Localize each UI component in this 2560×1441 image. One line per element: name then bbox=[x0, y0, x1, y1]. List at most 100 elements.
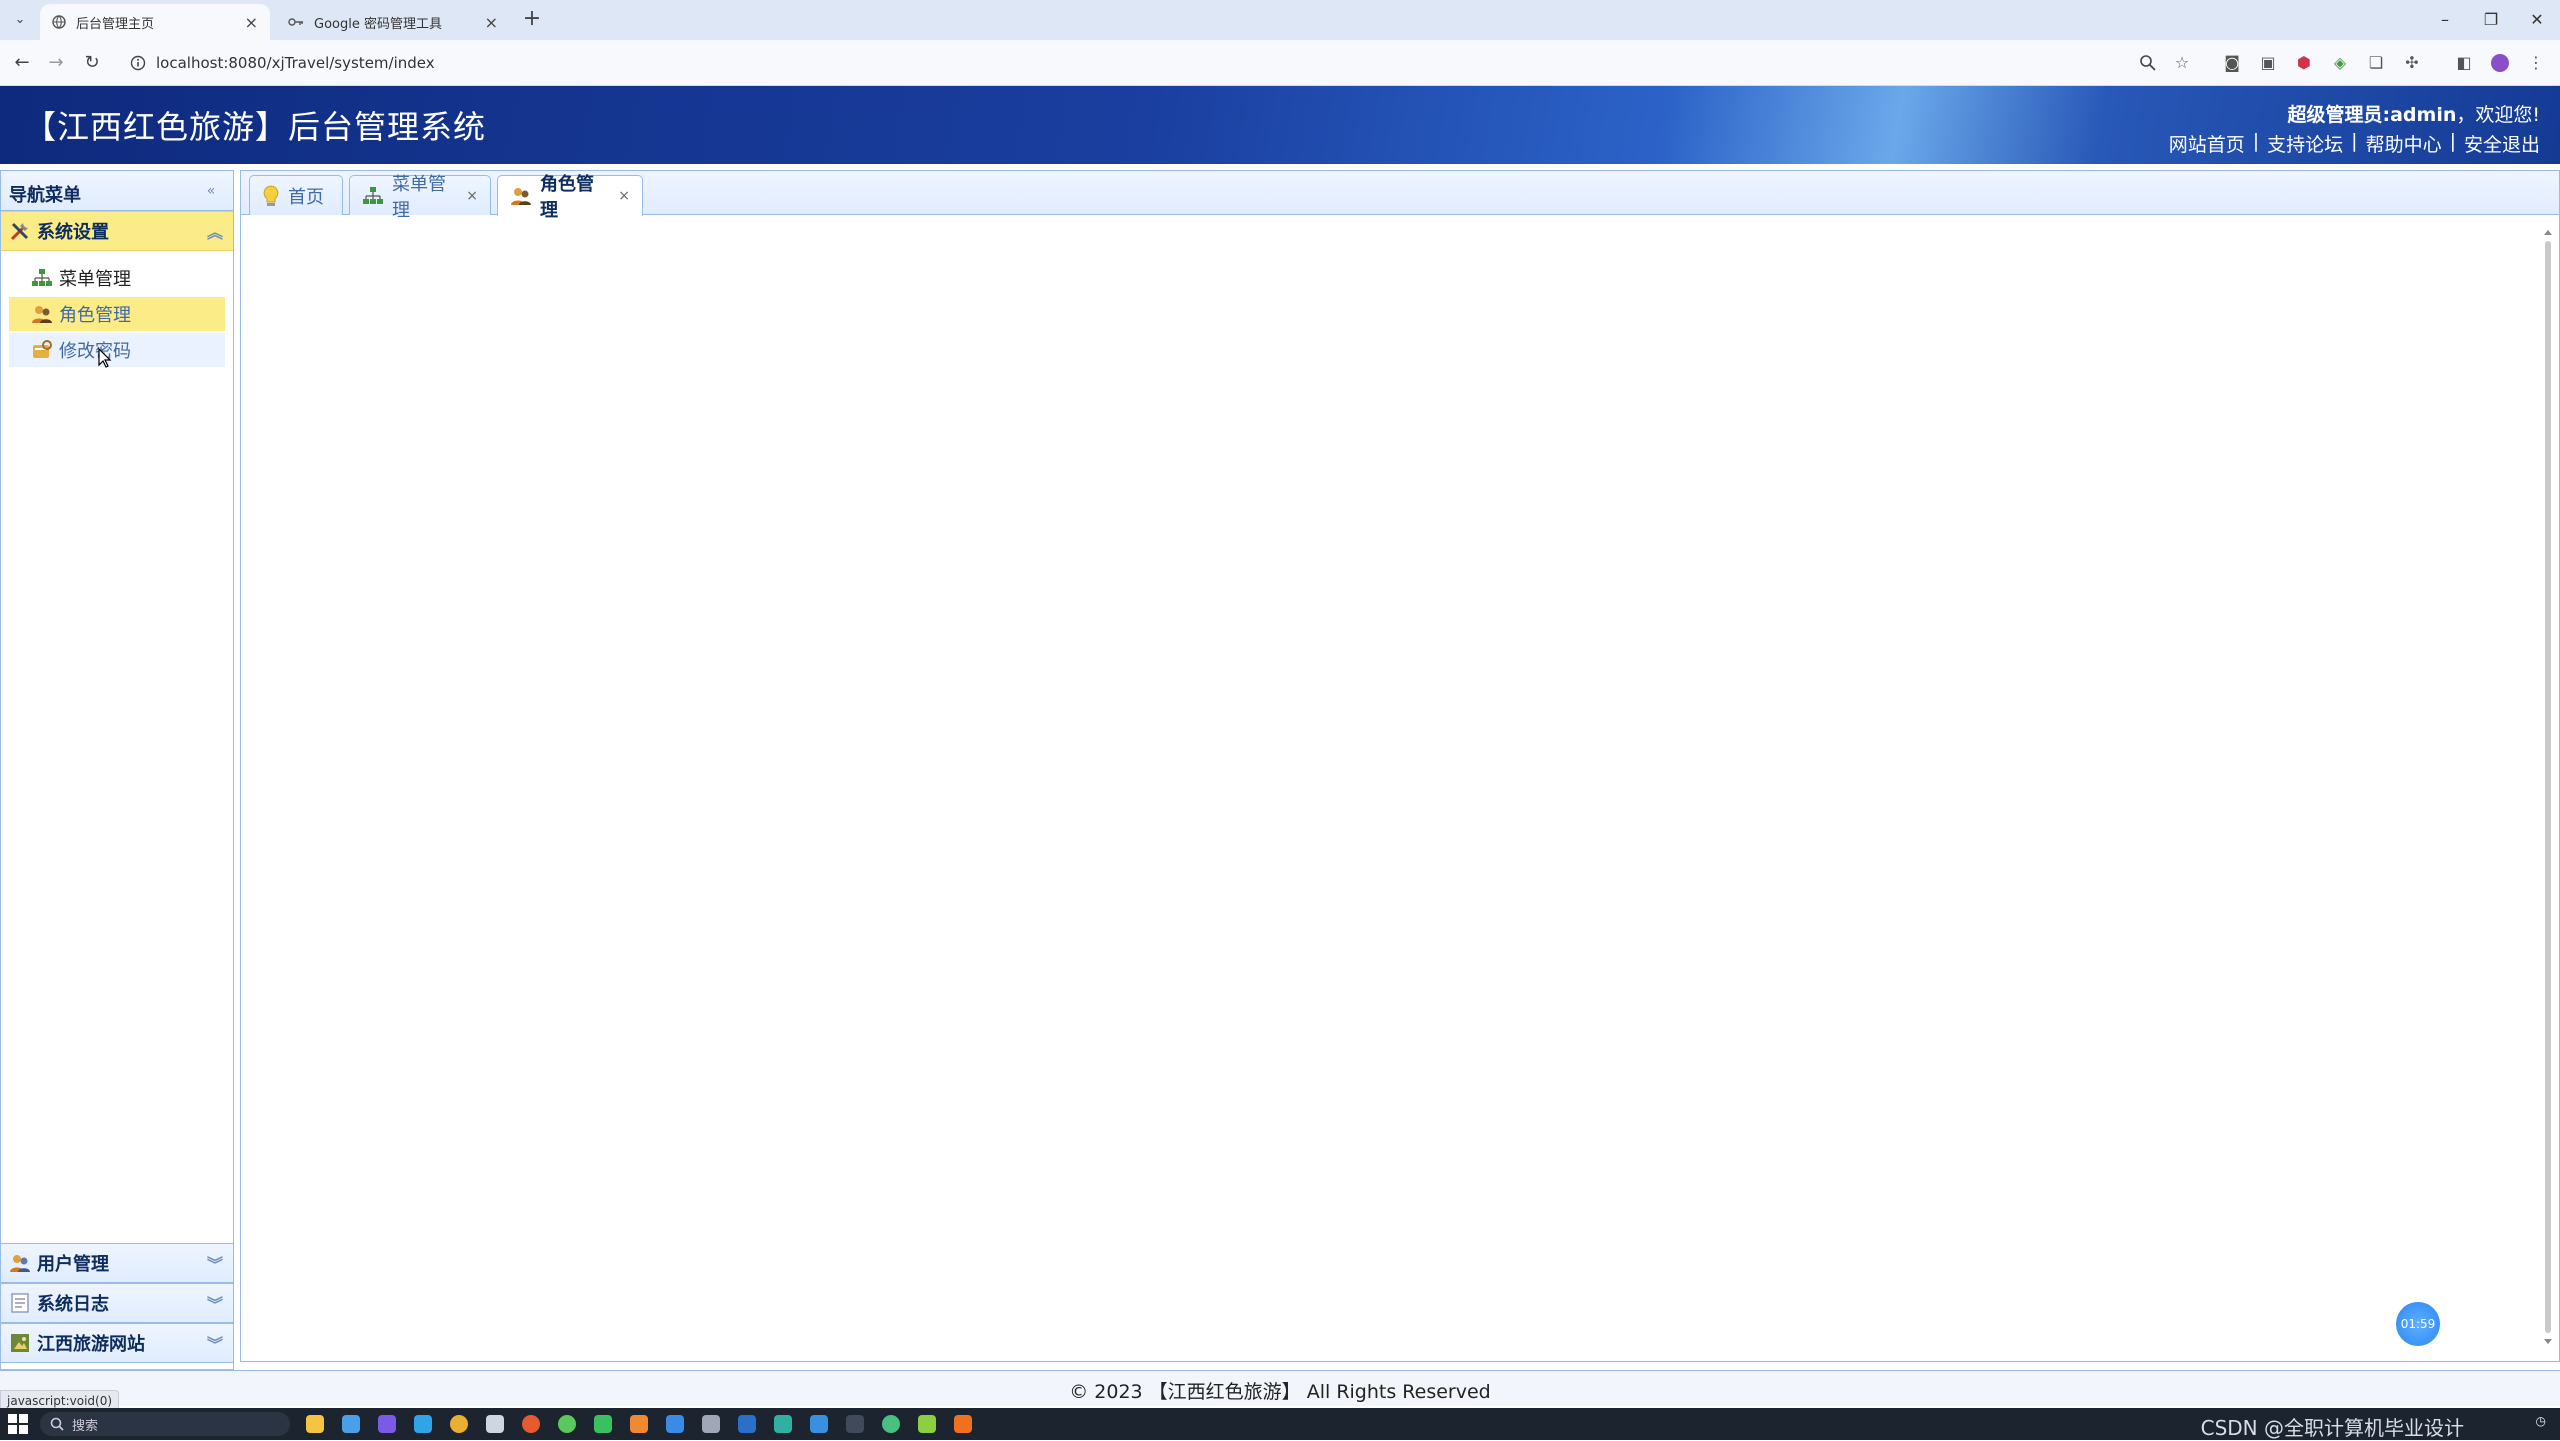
minimize-icon[interactable]: – bbox=[2430, 6, 2460, 34]
app-header: 【江西红色旅游】后台管理系统 超级管理员:admin，欢迎您! 网站首页 | 支… bbox=[0, 86, 2560, 164]
header-links: 网站首页 | 支持论坛 | 帮助中心 | 安全退出 bbox=[2169, 130, 2540, 157]
welcome-message: 超级管理员:admin，欢迎您! bbox=[2288, 100, 2540, 127]
sidebar-item-change-password[interactable]: 修改密码 bbox=[9, 333, 225, 367]
link-support-forum[interactable]: 支持论坛 bbox=[2267, 130, 2343, 157]
content-scrollbar[interactable] bbox=[2543, 227, 2553, 1347]
collapse-sidebar-icon[interactable]: « bbox=[201, 181, 221, 201]
browser-tab-close-icon[interactable]: × bbox=[485, 13, 498, 32]
status-bar-url: javascript:void(0) bbox=[0, 1390, 120, 1410]
firefox-icon[interactable] bbox=[522, 1415, 540, 1433]
tab-search-chevron-icon[interactable]: ⌄ bbox=[8, 8, 32, 32]
shield-extension-icon[interactable]: ⬢ bbox=[2292, 51, 2316, 75]
reload-icon[interactable]: ↻ bbox=[78, 49, 106, 77]
side-panel-icon[interactable]: ◧ bbox=[2452, 51, 2476, 75]
tools-icon bbox=[9, 220, 31, 242]
tab-role-management[interactable]: 角色管理 × bbox=[497, 174, 643, 221]
app-icon[interactable] bbox=[702, 1415, 720, 1433]
file-explorer-icon[interactable] bbox=[306, 1415, 324, 1433]
timer-badge[interactable]: 01:59 bbox=[2396, 1302, 2440, 1346]
accordion-system-log[interactable]: 系统日志 ︾ bbox=[1, 1283, 233, 1323]
chevron-down-icon[interactable]: ︾ bbox=[207, 1331, 223, 1355]
back-arrow-icon[interactable]: ← bbox=[8, 49, 36, 77]
mouse-cursor-icon bbox=[98, 348, 112, 368]
accordion-label: 系统日志 bbox=[37, 1294, 109, 1315]
lightbulb-icon bbox=[262, 184, 280, 207]
browser-tab-admin-home[interactable]: 后台管理主页 × bbox=[40, 4, 270, 40]
chevron-down-icon[interactable]: ︾ bbox=[207, 1291, 223, 1315]
chevron-down-icon[interactable]: ︾ bbox=[207, 1251, 223, 1275]
link-separator: | bbox=[2449, 130, 2456, 152]
link-separator: | bbox=[2351, 130, 2358, 152]
taskbar-search[interactable]: 搜索 bbox=[40, 1412, 290, 1436]
welcome-suffix: ，欢迎您! bbox=[2456, 104, 2540, 126]
browser-menu-icon[interactable]: ⋮ bbox=[2524, 51, 2548, 75]
app-icon[interactable] bbox=[954, 1415, 972, 1433]
zoom-icon[interactable] bbox=[2136, 51, 2160, 75]
tab-label: 角色管理 bbox=[540, 174, 594, 221]
chrome-icon[interactable] bbox=[450, 1415, 468, 1433]
content-panel: 首页 菜单管理 × 角色管理 × bbox=[240, 170, 2560, 1362]
sidebar-item-label: 角色管理 bbox=[59, 305, 131, 326]
accordion-system-settings[interactable]: 系统设置 ︽ bbox=[1, 211, 233, 251]
app-icon[interactable] bbox=[666, 1415, 684, 1433]
link-separator: | bbox=[2252, 130, 2260, 152]
terminal-icon[interactable] bbox=[846, 1415, 864, 1433]
address-url: localhost:8080/xjTravel/system/index bbox=[156, 54, 435, 72]
app-icon[interactable] bbox=[882, 1415, 900, 1433]
user-group-icon bbox=[31, 303, 53, 325]
app-icon[interactable] bbox=[414, 1415, 432, 1433]
tab-close-icon[interactable]: × bbox=[618, 188, 630, 204]
app-icon[interactable] bbox=[378, 1415, 396, 1433]
image-extension-icon[interactable]: ▣ bbox=[2256, 51, 2280, 75]
sidebar-item-role-management[interactable]: 角色管理 bbox=[9, 297, 225, 331]
restore-icon[interactable]: ❐ bbox=[2476, 6, 2506, 34]
chevron-up-icon[interactable]: ︽ bbox=[207, 219, 223, 243]
camera-icon[interactable]: ◙ bbox=[2220, 51, 2244, 75]
wechat-icon[interactable] bbox=[594, 1415, 612, 1433]
site-info-icon[interactable] bbox=[130, 55, 146, 71]
store-icon[interactable] bbox=[342, 1415, 360, 1433]
app-icon[interactable] bbox=[738, 1415, 756, 1433]
browser-tab-password-manager[interactable]: Google 密码管理工具 × bbox=[276, 4, 510, 40]
tab-home[interactable]: 首页 bbox=[249, 175, 343, 215]
key-icon bbox=[288, 16, 304, 28]
window-close-icon[interactable]: ✕ bbox=[2522, 6, 2552, 34]
accordion-jiangxi-travel-site[interactable]: 江西旅游网站 ︾ bbox=[1, 1323, 233, 1363]
copy-extension-icon[interactable]: ❏ bbox=[2364, 51, 2388, 75]
sidebar-title: 导航菜单 bbox=[9, 185, 81, 206]
watermark-text: CSDN @全职计算机毕业设计 bbox=[2200, 1416, 2464, 1440]
profile-avatar-icon[interactable] bbox=[2488, 51, 2512, 75]
accordion-label: 系统设置 bbox=[37, 222, 109, 243]
sidebar-item-menu-management[interactable]: 菜单管理 bbox=[9, 261, 225, 295]
address-bar[interactable]: localhost:8080/xjTravel/system/index bbox=[120, 46, 2200, 80]
link-help-center[interactable]: 帮助中心 bbox=[2366, 130, 2442, 157]
puzzle-extension-icon[interactable]: ✣ bbox=[2400, 51, 2424, 75]
tab-label: 菜单管理 bbox=[392, 173, 446, 221]
link-site-home[interactable]: 网站首页 bbox=[2169, 130, 2245, 157]
forward-arrow-icon[interactable]: → bbox=[42, 49, 70, 77]
sidebar-header: 导航菜单 « bbox=[1, 171, 233, 211]
footer: © 2023 【江西红色旅游】 All Rights Reserved bbox=[0, 1370, 2560, 1406]
windows-start-icon[interactable] bbox=[8, 1414, 28, 1434]
search-icon bbox=[50, 1417, 64, 1431]
chrome-active-icon[interactable] bbox=[558, 1415, 576, 1433]
translate-extension-icon[interactable]: ◈ bbox=[2328, 51, 2352, 75]
app-icon[interactable] bbox=[630, 1415, 648, 1433]
app-icon[interactable] bbox=[918, 1415, 936, 1433]
tray-clock-icon[interactable]: ◷ bbox=[2536, 1414, 2546, 1428]
app-icon[interactable] bbox=[810, 1415, 828, 1433]
link-logout[interactable]: 安全退出 bbox=[2464, 130, 2540, 157]
new-tab-button[interactable]: + bbox=[520, 8, 544, 32]
accordion-label: 江西旅游网站 bbox=[37, 1334, 145, 1355]
website-icon bbox=[9, 1332, 31, 1354]
accordion-user-management[interactable]: 用户管理 ︾ bbox=[1, 1243, 233, 1283]
log-icon bbox=[9, 1292, 31, 1314]
app-icon[interactable] bbox=[486, 1415, 504, 1433]
app-icon[interactable] bbox=[774, 1415, 792, 1433]
star-icon[interactable]: ☆ bbox=[2170, 51, 2194, 75]
tab-menu-management[interactable]: 菜单管理 × bbox=[349, 174, 491, 221]
browser-tab-close-icon[interactable]: × bbox=[245, 13, 258, 32]
tab-close-icon[interactable]: × bbox=[466, 188, 478, 204]
accordion-label: 用户管理 bbox=[37, 1254, 109, 1275]
browser-tab-title: 后台管理主页 bbox=[76, 16, 155, 32]
